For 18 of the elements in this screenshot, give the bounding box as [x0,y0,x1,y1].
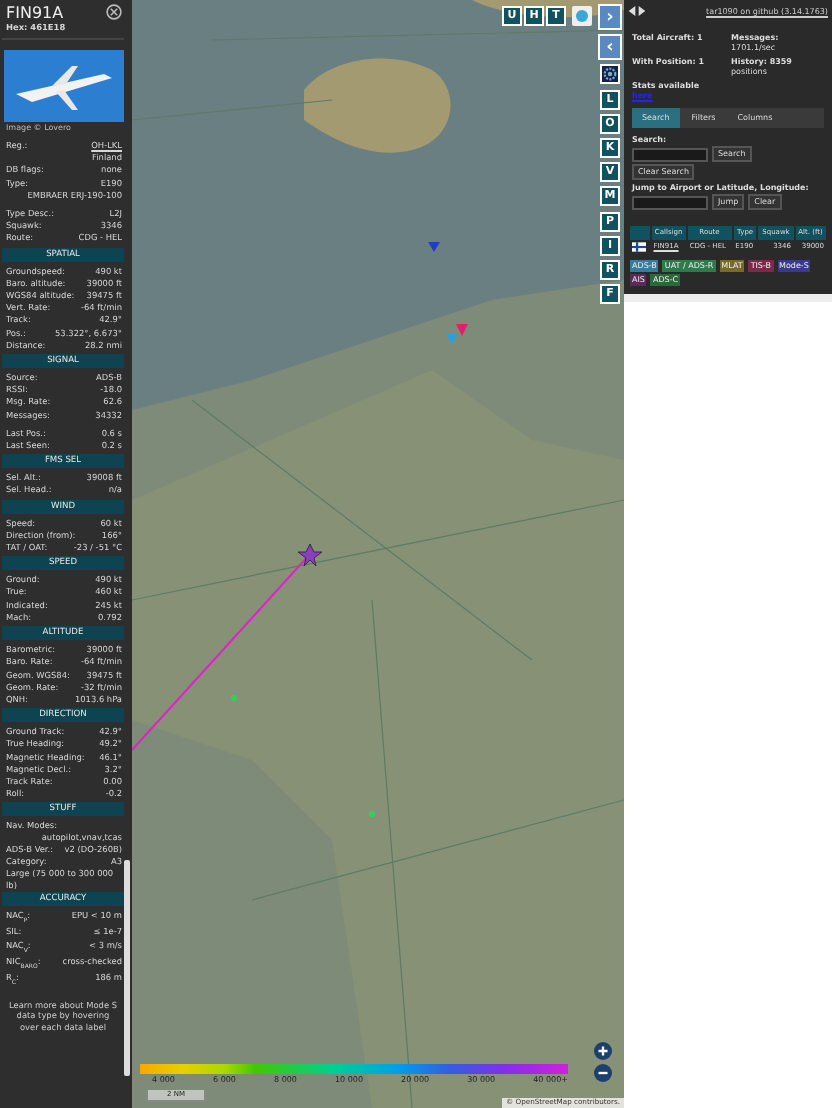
photo-placeholder [4,50,124,122]
search-field[interactable] [632,147,708,161]
expand-icon[interactable] [628,5,646,15]
settings-button[interactable] [600,64,620,85]
horizontal-scrollbar[interactable] [624,292,832,302]
zoom-out-button[interactable] [594,1064,612,1082]
flag-icon [632,241,646,252]
aircraft-icon[interactable] [297,543,323,567]
aircraft-callsign: FIN91A [6,4,66,22]
zoom-in-button[interactable] [594,1042,612,1060]
jump-field[interactable] [632,195,708,209]
panel-toggle-button[interactable]: ‹ [598,34,622,61]
close-icon[interactable] [106,4,122,20]
scrollbar-thumb[interactable] [124,860,130,1076]
panel-toggle-button[interactable]: › [598,4,622,30]
circle-button[interactable] [572,6,592,26]
flag-column-header [630,226,650,240]
aircraft-icon[interactable] [428,242,440,252]
